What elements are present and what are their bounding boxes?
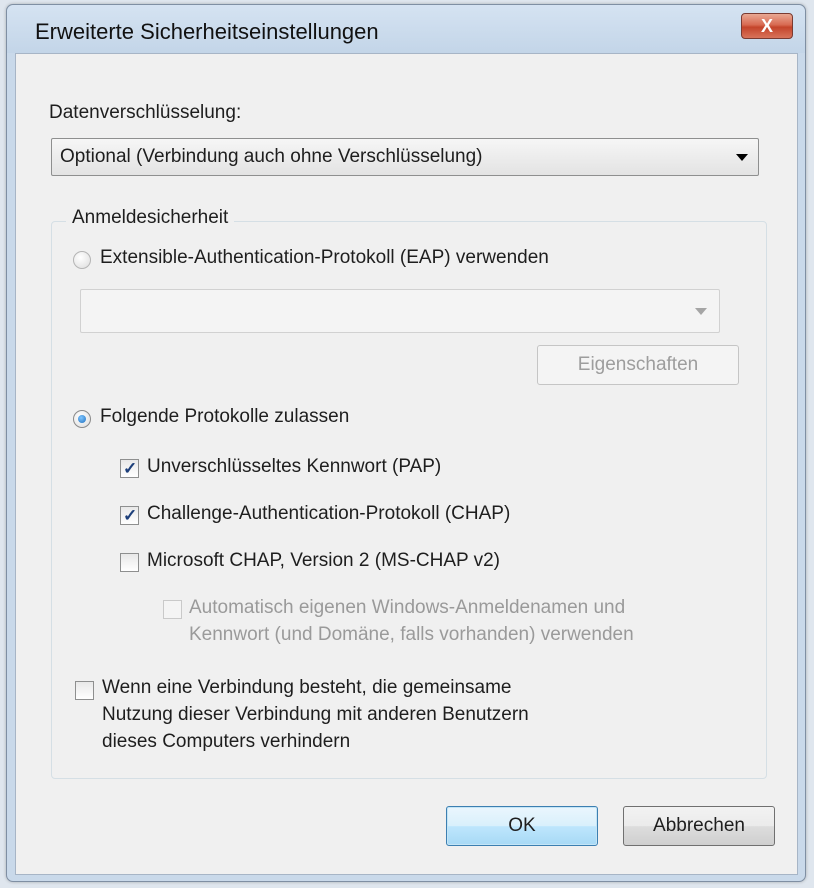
title-bar[interactable]: Erweiterte Sicherheitseinstellungen X bbox=[7, 5, 805, 53]
mschap-v2-checkbox-label[interactable]: Microsoft CHAP, Version 2 (MS-CHAP v2) bbox=[147, 550, 500, 572]
close-icon: X bbox=[760, 16, 773, 36]
dialog-title: Erweiterte Sicherheitseinstellungen bbox=[35, 19, 379, 44]
pap-checkbox[interactable]: ✓ bbox=[120, 459, 139, 478]
auto-windows-login-label-line1: Automatisch eigenen Windows-Anmeldenamen… bbox=[189, 597, 626, 618]
cancel-button[interactable]: Abbrechen bbox=[623, 806, 775, 846]
protocols-radio[interactable] bbox=[73, 410, 91, 428]
properties-button[interactable]: Eigenschaften bbox=[537, 345, 739, 385]
encryption-select[interactable]: Optional (Verbindung auch ohne Verschlüs… bbox=[51, 138, 759, 176]
chevron-down-icon bbox=[736, 154, 748, 161]
eap-radio-label[interactable]: Extensible-Authentication-Protokoll (EAP… bbox=[100, 247, 549, 269]
eap-method-select[interactable] bbox=[80, 289, 720, 333]
prevent-sharing-label-line3[interactable]: dieses Computers verhindern bbox=[102, 731, 350, 753]
chap-checkbox[interactable]: ✓ bbox=[120, 506, 139, 525]
pap-checkbox-label[interactable]: Unverschlüsseltes Kennwort (PAP) bbox=[147, 456, 441, 478]
chevron-down-icon bbox=[695, 308, 707, 315]
prevent-sharing-label-line1[interactable]: Wenn eine Verbindung besteht, die gemein… bbox=[102, 677, 511, 699]
checkmark-icon: ✓ bbox=[123, 459, 138, 478]
protocols-radio-label[interactable]: Folgende Protokolle zulassen bbox=[100, 406, 349, 428]
security-settings-dialog: Erweiterte Sicherheitseinstellungen X Da… bbox=[6, 4, 806, 882]
auto-windows-login-label-line2: Kennwort (und Domäne, falls vorhanden) v… bbox=[189, 624, 634, 645]
checkmark-icon: ✓ bbox=[123, 506, 138, 525]
prevent-sharing-label-line2[interactable]: Nutzung dieser Verbindung mit anderen Be… bbox=[102, 704, 529, 726]
ok-button[interactable]: OK bbox=[446, 806, 598, 846]
dialog-body: Datenverschlüsselung: Optional (Verbindu… bbox=[15, 53, 798, 875]
chap-checkbox-label[interactable]: Challenge-Authentication-Protokoll (CHAP… bbox=[147, 503, 510, 525]
eap-radio[interactable] bbox=[73, 251, 91, 269]
auto-windows-login-checkbox[interactable] bbox=[163, 600, 182, 619]
login-security-group-label: Anmeldesicherheit bbox=[66, 207, 235, 229]
prevent-sharing-checkbox[interactable] bbox=[75, 681, 94, 700]
close-button[interactable]: X bbox=[741, 13, 793, 39]
encryption-label: Datenverschlüsselung: bbox=[49, 102, 242, 123]
encryption-select-value: Optional (Verbindung auch ohne Verschlüs… bbox=[60, 146, 483, 167]
mschap-v2-checkbox[interactable] bbox=[120, 553, 139, 572]
